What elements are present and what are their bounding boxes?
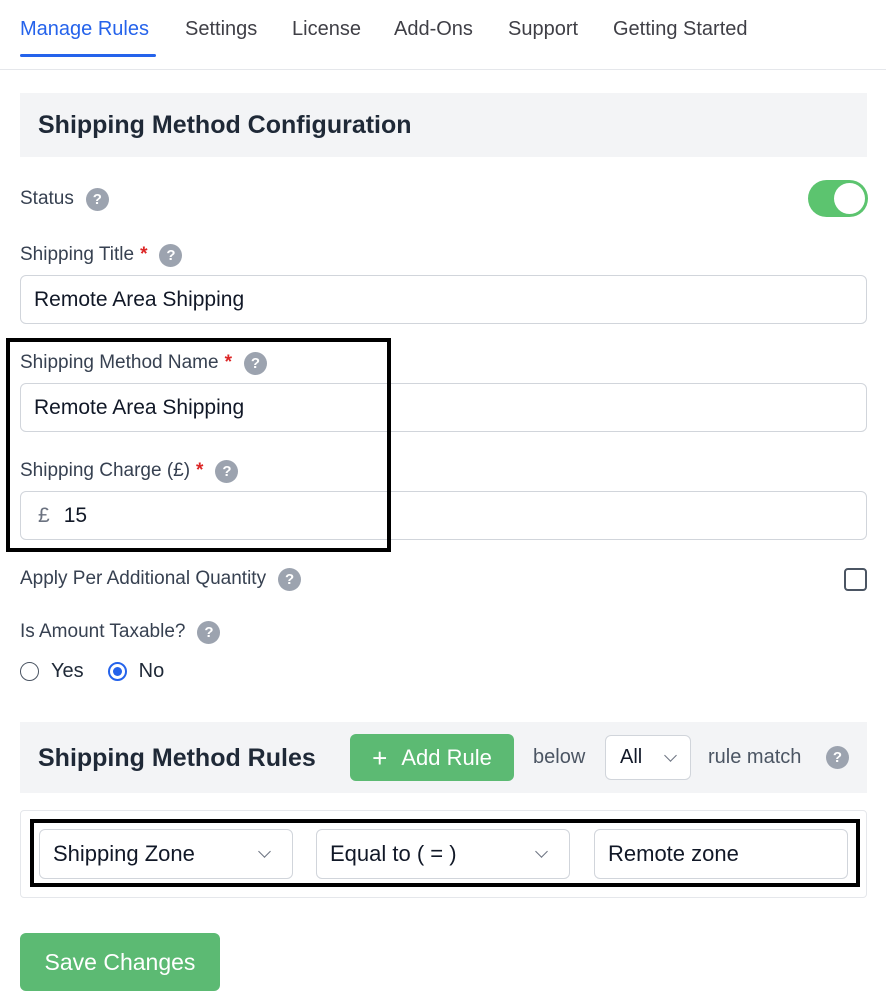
per-qty-label-row: Apply Per Additional Quantity ? — [20, 567, 302, 591]
tab-add-ons[interactable]: Add-Ons — [394, 16, 473, 42]
help-icon[interactable]: ? — [826, 746, 849, 769]
shipping-title-label: Shipping Title — [20, 244, 135, 265]
add-rule-button[interactable]: + Add Rule — [350, 734, 514, 781]
top-nav: Manage Rules Settings License Add-Ons Su… — [0, 0, 886, 70]
per-qty-label: Apply Per Additional Quantity — [20, 568, 267, 589]
save-changes-button[interactable]: Save Changes — [20, 933, 220, 991]
highlight-box-fields — [6, 338, 391, 552]
taxable-no-radio[interactable] — [107, 662, 127, 681]
match-select-value: All — [620, 746, 643, 768]
active-tab-indicator — [20, 54, 156, 57]
taxable-label: Is Amount Taxable? — [20, 621, 186, 642]
tab-support[interactable]: Support — [508, 16, 578, 42]
taxable-no-label[interactable]: No — [139, 660, 165, 683]
shipping-title-value: Remote Area Shipping — [34, 287, 245, 311]
status-label-row: Status ? — [20, 187, 109, 211]
help-icon[interactable]: ? — [197, 620, 221, 644]
taxable-yes-label[interactable]: Yes — [51, 660, 84, 683]
help-icon[interactable]: ? — [278, 567, 302, 591]
config-section-title: Shipping Method Configuration — [38, 111, 412, 139]
add-rule-label: Add Rule — [401, 744, 492, 770]
status-label: Status — [20, 188, 74, 209]
help-icon[interactable]: ? — [85, 187, 109, 211]
toggle-knob — [834, 183, 865, 214]
rules-section-title: Shipping Method Rules — [38, 744, 316, 772]
tab-manage-rules[interactable]: Manage Rules — [20, 16, 149, 42]
below-text: below — [533, 746, 586, 768]
shipping-title-label-row: Shipping Title * ? — [20, 243, 183, 267]
shipping-title-input[interactable]: Remote Area Shipping — [20, 275, 867, 324]
taxable-yes-radio[interactable] — [20, 662, 39, 681]
required-marker: * — [140, 244, 148, 265]
match-select[interactable]: All — [605, 735, 691, 780]
status-toggle[interactable] — [808, 180, 868, 217]
tab-license[interactable]: License — [292, 16, 361, 42]
highlight-box-rule — [30, 819, 860, 887]
taxable-label-row: Is Amount Taxable? ? — [20, 620, 221, 644]
taxable-radio-group: Yes No — [20, 660, 188, 683]
tab-settings[interactable]: Settings — [185, 16, 257, 42]
help-icon[interactable]: ? — [159, 243, 183, 267]
per-qty-checkbox[interactable] — [844, 568, 867, 591]
tab-getting-started[interactable]: Getting Started — [613, 16, 748, 42]
plus-icon: + — [372, 742, 388, 773]
chevron-down-icon — [664, 749, 677, 762]
config-section-header: Shipping Method Configuration — [20, 93, 867, 157]
rule-match-text: rule match — [708, 746, 802, 768]
